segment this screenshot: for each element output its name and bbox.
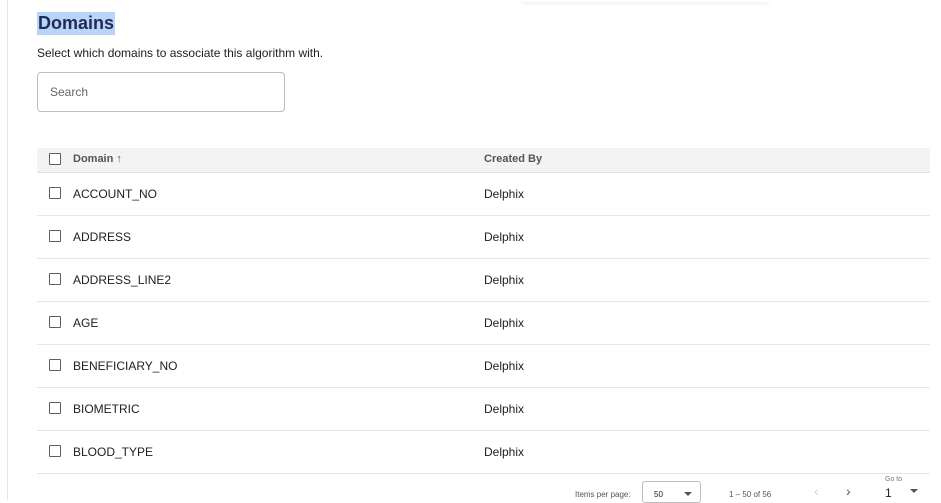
go-to-label: Go to [885, 476, 903, 483]
domains-table: Domain ↑ Created By ACCOUNT_NO Delphix A… [37, 148, 930, 474]
domain-cell: BENEFICIARY_NO [73, 359, 178, 373]
row-checkbox[interactable] [49, 230, 61, 242]
row-checkbox[interactable] [49, 359, 61, 371]
search-input[interactable] [38, 73, 270, 111]
created-by-cell: Delphix [484, 273, 525, 287]
table-header: Domain ↑ Created By [37, 148, 930, 173]
column-header-domain[interactable]: Domain ↑ [73, 153, 122, 165]
domain-cell: BLOOD_TYPE [73, 445, 154, 459]
table-row[interactable]: BIOMETRIC Delphix [37, 388, 930, 431]
page-subtitle: Select which domains to associate this a… [37, 46, 324, 60]
created-by-cell: Delphix [484, 316, 525, 330]
search-field[interactable] [37, 72, 285, 112]
go-to-page-select[interactable]: 1 [885, 486, 892, 500]
next-page-button[interactable]: › [846, 484, 851, 498]
row-checkbox[interactable] [49, 445, 61, 457]
chevron-down-icon [684, 492, 692, 496]
domain-cell: ACCOUNT_NO [73, 187, 158, 201]
table-row[interactable]: BLOOD_TYPE Delphix [37, 431, 930, 474]
row-checkbox[interactable] [49, 273, 61, 285]
items-per-page-label: Items per page: [575, 490, 631, 499]
page-title: Domains [37, 12, 116, 35]
previous-page-button[interactable]: ‹ [814, 484, 819, 498]
table-row[interactable]: ADDRESS Delphix [37, 216, 930, 259]
created-by-cell: Delphix [484, 230, 525, 244]
domain-cell: ADDRESS_LINE2 [73, 273, 172, 287]
created-by-cell: Delphix [484, 187, 525, 201]
created-by-cell: Delphix [484, 445, 525, 459]
page-range-label: 1 – 50 of 56 [729, 490, 772, 499]
table-row[interactable]: AGE Delphix [37, 302, 930, 345]
panel-left-divider [7, 0, 8, 500]
chevron-down-icon[interactable] [910, 489, 918, 493]
table-row[interactable]: ACCOUNT_NO Delphix [37, 173, 930, 216]
domain-cell: BIOMETRIC [73, 402, 140, 416]
pagination-bar: Items per page: 50 1 – 50 of 56 ‹ › Go t… [0, 470, 941, 503]
domain-cell: ADDRESS [73, 230, 132, 244]
table-row[interactable]: BENEFICIARY_NO Delphix [37, 345, 930, 388]
row-checkbox[interactable] [49, 187, 61, 199]
row-checkbox[interactable] [49, 316, 61, 328]
created-by-cell: Delphix [484, 402, 525, 416]
table-row[interactable]: ADDRESS_LINE2 Delphix [37, 259, 930, 302]
row-checkbox[interactable] [49, 402, 61, 414]
overlay-edge [522, 0, 768, 2]
select-all-checkbox[interactable] [49, 153, 61, 165]
items-per-page-value: 50 [654, 490, 663, 499]
domain-cell: AGE [73, 316, 99, 330]
column-header-created-by[interactable]: Created By [484, 153, 542, 165]
created-by-cell: Delphix [484, 359, 525, 373]
